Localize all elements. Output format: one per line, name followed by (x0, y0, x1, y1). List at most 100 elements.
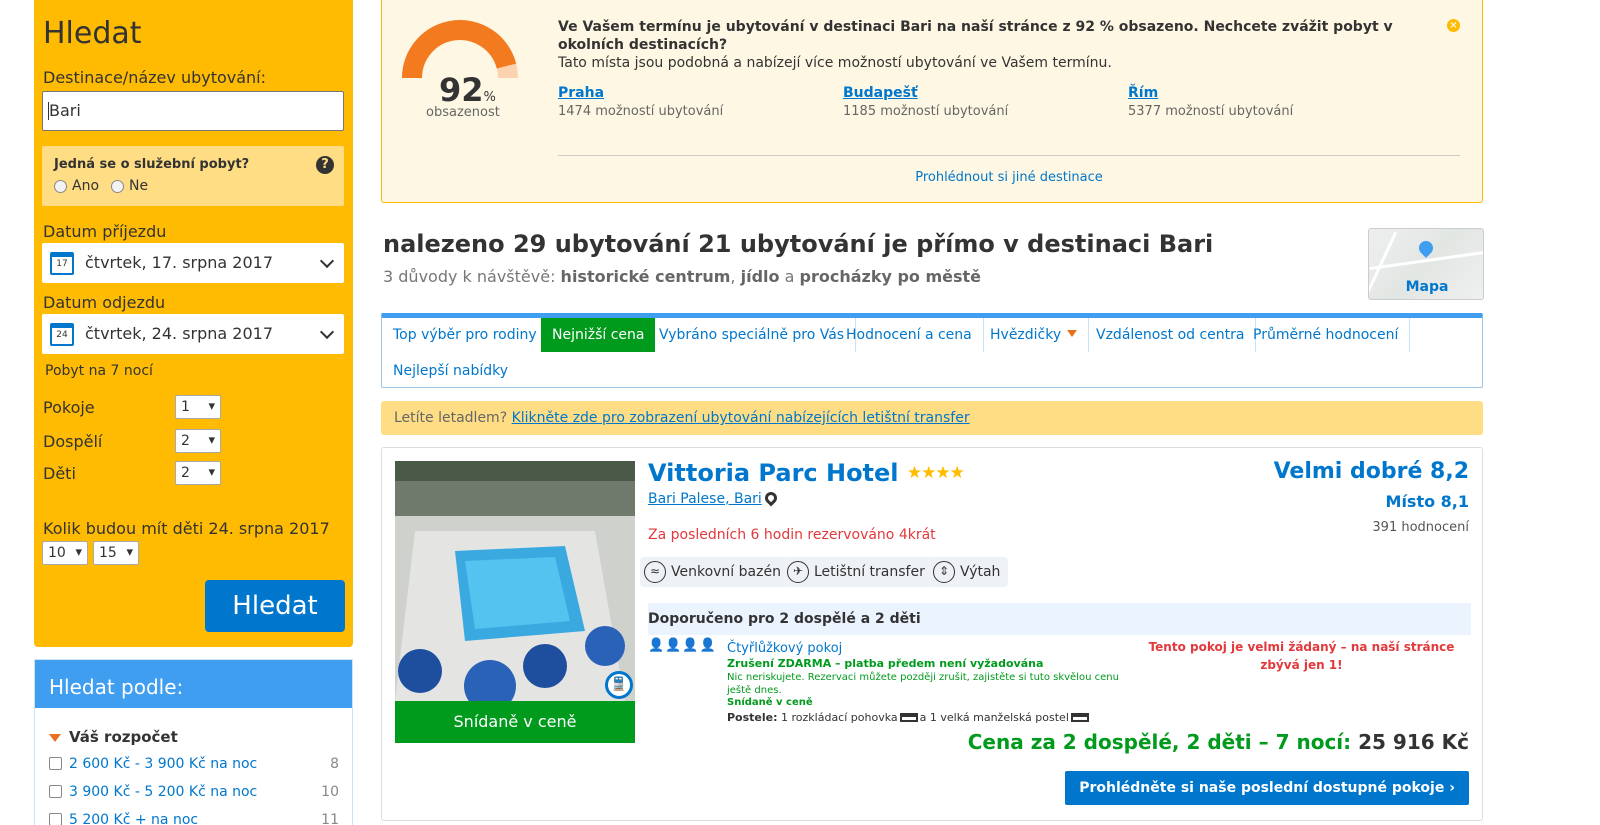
amenity-elevator: ⇕ Výtah (929, 557, 1009, 587)
budget-filter-label: 2 600 Kč - 3 900 Kč na noc (69, 756, 258, 772)
budget-filter-item[interactable]: 2 600 Kč - 3 900 Kč na noc 8 (49, 756, 339, 772)
rooms-select[interactable]: 1 (175, 395, 221, 419)
reason-item: procházky po městě (799, 267, 982, 286)
recent-bookings: Za posledních 6 hodin rezervováno 4krát (648, 527, 936, 543)
review-score[interactable]: Velmi dobré 8,2 (1274, 459, 1469, 484)
budget-section-toggle[interactable]: Váš rozpočet (49, 728, 178, 746)
business-radio-no[interactable]: Ne (111, 178, 148, 194)
occupancy-title: Ve Vašem termínu je ubytování v destinac… (558, 19, 1393, 53)
child-age-select-1[interactable]: 10 (42, 541, 88, 565)
shuttle-icon: ✈ (787, 561, 809, 583)
divider (558, 155, 1460, 156)
budget-filter-label: 3 900 Kč - 5 200 Kč na noc (69, 784, 258, 800)
destination-input[interactable]: Bari (42, 91, 344, 131)
airport-notice-text: Letíte letadlem? (394, 410, 508, 426)
adults-label: Dospělí (43, 432, 103, 451)
checkout-label: Datum odjezdu (43, 293, 166, 312)
radio-icon (54, 179, 67, 193)
calendar-icon: 17 (50, 252, 74, 275)
star-rating-icon: ★★★★ (906, 463, 965, 483)
sort-tab-family[interactable]: Top výběr pro rodiny (382, 318, 549, 352)
chevron-down-icon (319, 253, 335, 269)
business-radio-yes[interactable]: Ano (54, 178, 99, 194)
adults-select[interactable]: 2 (175, 429, 221, 453)
children-label: Děti (43, 464, 76, 483)
sort-tab-rating-price[interactable]: Hodnocení a cena (835, 318, 984, 352)
amenity-airport-transfer: ✈ Letištní transfer (783, 557, 933, 587)
sort-tab-lowest-price[interactable]: Nejnižší cena (541, 318, 656, 352)
free-cancellation: Zrušení ZDARMA – platba předem není vyža… (727, 657, 1044, 670)
search-button[interactable]: Hledat (205, 580, 345, 632)
room-type-link[interactable]: Čtyřlůžkový pokoj (727, 641, 842, 656)
checkout-date-select[interactable]: 24 čtvrtek, 24. srpna 2017 (42, 314, 344, 354)
hotel-name-link[interactable]: Vittoria Parc Hotel ★★★★ (648, 459, 965, 487)
sort-tab-best-deals[interactable]: Nejlepší nabídky (382, 354, 519, 388)
rooms-label: Pokoje (43, 398, 95, 417)
checkin-date-select[interactable]: 17 čtvrtek, 17. srpna 2017 (42, 243, 344, 283)
price-line: Cena za 2 dospělé, 2 děti – 7 nocí: 25 9… (968, 730, 1469, 754)
occupancy-label: obsazenost (426, 105, 500, 120)
alt-destination-link[interactable]: Budapešť (843, 85, 1008, 101)
double-bed-icon (1070, 713, 1089, 722)
checkbox-icon (49, 757, 62, 770)
airport-transfer-notice: Letíte letadlem? Klikněte zde pro zobraz… (381, 401, 1483, 435)
hotel-location-link[interactable]: Bari Palese, Bari (648, 491, 762, 507)
children-select[interactable]: 2 (175, 461, 221, 485)
beds-label: Postele: (727, 711, 778, 724)
budget-filter-item[interactable]: 5 200 Kč + na noc 11 (49, 812, 339, 825)
occupancy-percent: 92% (439, 71, 496, 109)
filter-title: Hledat podle: (35, 660, 352, 708)
child-age-question: Kolik budou mít děti 24. srpna 2017 let? (43, 519, 330, 557)
alt-destination-count: 1185 možností ubytování (843, 104, 1009, 119)
beds-info: Postele: 1 rozkládací pohovka a 1 velká m… (727, 711, 1091, 724)
review-count[interactable]: 391 hodnocení (1372, 520, 1469, 535)
help-icon[interactable]: ? (316, 156, 334, 174)
breakfast-badge: Snídaně v ceně (395, 701, 635, 743)
child-age-select-2[interactable]: 15 (93, 541, 139, 565)
visit-reasons: 3 důvody k návštěvě: historické centrum,… (383, 267, 981, 286)
budget-filter-item[interactable]: 3 900 Kč - 5 200 Kč na noc 10 (49, 784, 339, 800)
pool-icon: ≈ (644, 561, 666, 583)
hotel-photo-image (395, 461, 635, 701)
sort-tab-special[interactable]: Vybráno speciálně pro Vás (648, 318, 857, 352)
alt-destination-link[interactable]: Řím (1128, 85, 1293, 101)
occupancy-percent-value: 92 (439, 71, 484, 109)
reason-item: historické centrum (560, 267, 731, 286)
more-destinations-link[interactable]: Prohlédnout si jiné destinace (558, 170, 1460, 185)
high-demand-warning: Tento pokoj je velmi žádaný – na naší st… (1148, 640, 1455, 672)
bed-type: 1 rozkládací pohovka (781, 711, 898, 724)
elevator-icon: ⇕ (933, 561, 955, 583)
checkin-label: Datum příjezdu (43, 222, 167, 241)
map-label: Mapa (1405, 279, 1449, 295)
amenity-label: Výtah (960, 564, 1001, 580)
radio-yes-label: Ano (72, 178, 100, 194)
percent-sign: % (483, 90, 496, 105)
occupancy-subtitle: Tato místa jsou podobná a nabízejí více … (558, 55, 1112, 71)
budget-filter-count: 10 (321, 784, 339, 800)
hotel-card: 🚆 Snídaně v ceně Vittoria Parc Hotel ★★★… (381, 447, 1483, 821)
sort-tab-avg-rating[interactable]: Průměrné hodnocení (1242, 318, 1411, 352)
budget-filter-label: 5 200 Kč + na noc (69, 812, 199, 825)
alt-destination-count: 5377 možností ubytování (1128, 104, 1294, 119)
occupancy-icon: 👤👤👤👤 (648, 638, 717, 653)
search-title: Hledat (43, 16, 142, 51)
checkbox-icon (49, 785, 62, 798)
search-panel: Hledat Destinace/název ubytování: Bari J… (34, 0, 353, 647)
alt-destination-link[interactable]: Praha (558, 85, 723, 101)
close-icon[interactable]: × (1447, 19, 1460, 32)
price-value: 25 916 Kč (1358, 730, 1469, 754)
cancellation-description: Nic neriskujete. Rezervaci můžete pozděj… (727, 672, 1119, 696)
airport-transfer-link[interactable]: Klikněte zde pro zobrazení ubytování nab… (512, 410, 970, 426)
sort-tab-stars[interactable]: Hvězdičky (979, 318, 1090, 352)
sort-tab-distance[interactable]: Vzdálenost od centra (1085, 318, 1257, 352)
filter-panel: Hledat podle: Váš rozpočet 2 600 Kč - 3 … (34, 659, 353, 825)
location-pin-icon[interactable] (762, 489, 780, 507)
nights-count: Pobyt na 7 nocí (45, 363, 153, 379)
hotel-photo[interactable]: 🚆 (395, 461, 635, 701)
recommended-for: Doporučeno pro 2 dospělé a 2 děti (648, 603, 1471, 635)
view-rooms-button[interactable]: Prohlédněte si naše poslední dostupné po… (1065, 771, 1469, 805)
chevron-down-icon (319, 324, 335, 340)
calendar-icon: 24 (50, 323, 74, 346)
map-button[interactable]: Mapa (1368, 228, 1484, 300)
business-trip-box: Jedná se o služební pobyt? ? Ano Ne (42, 146, 344, 206)
